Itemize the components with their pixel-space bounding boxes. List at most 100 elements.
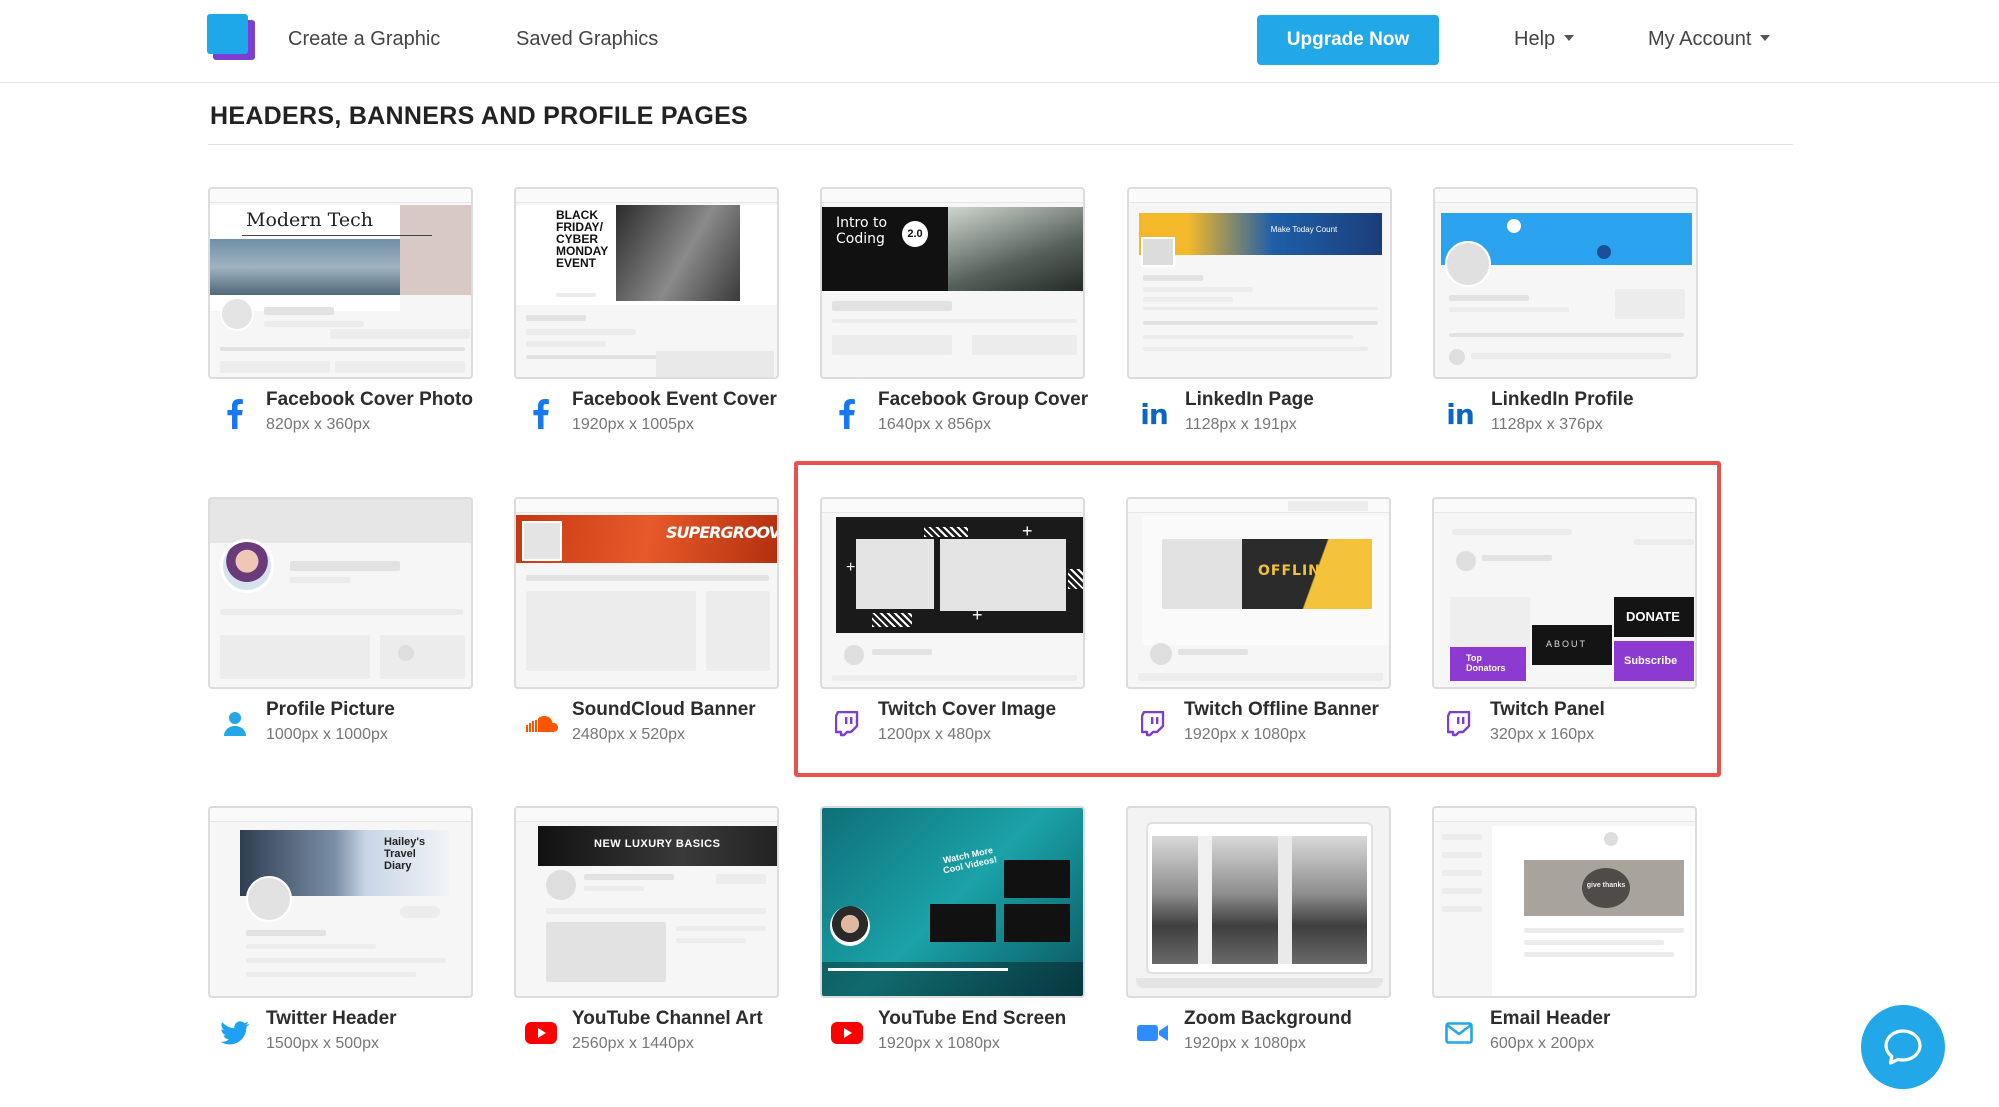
my-account-menu[interactable]: My Account	[1648, 28, 1771, 51]
card-title: LinkedIn Profile	[1491, 389, 1634, 410]
template-thumbnail: + + +	[820, 497, 1085, 689]
card-title: Twitch Offline Banner	[1184, 699, 1379, 720]
template-thumbnail: Top Donators ABOUT DONATE Subscribe	[1432, 497, 1697, 689]
envelope-icon	[1442, 1016, 1476, 1050]
account-label: My Account	[1648, 28, 1752, 50]
thumb-text: BLACK FRIDAY/ CYBER MONDAY EVENT	[556, 208, 609, 270]
thumb-text: SUPERGROOVE	[666, 523, 779, 542]
facebook-icon	[830, 397, 864, 431]
twitch-icon	[1442, 707, 1476, 741]
linkedin-icon: in	[1140, 397, 1169, 431]
card-title: YouTube Channel Art	[572, 1008, 763, 1029]
template-card-facebook-group-cover[interactable]: Intro to Coding 2.0 Facebook Group Cover…	[820, 187, 1089, 437]
card-title: Zoom Background	[1184, 1008, 1352, 1029]
card-size: 820px x 360px	[266, 416, 371, 433]
card-size: 1200px x 480px	[878, 726, 991, 743]
card-size: 1920px x 1080px	[1184, 726, 1306, 743]
card-title: Profile Picture	[266, 699, 395, 720]
template-card-facebook-event-cover[interactable]: BLACK FRIDAY/ CYBER MONDAY EVENT Faceboo…	[514, 187, 779, 437]
thumb-text: Make Today Count	[1270, 225, 1338, 234]
facebook-icon	[218, 397, 252, 431]
template-thumbnail: Hailey's Travel Diary	[208, 806, 473, 998]
thumb-text: Modern Tech	[246, 209, 373, 231]
template-card-twitch-panel[interactable]: Top Donators ABOUT DONATE Subscribe Twit…	[1432, 497, 1697, 747]
thumb-text: Top Donators	[1466, 653, 1506, 673]
card-size: 600px x 200px	[1490, 1035, 1595, 1052]
template-card-soundcloud-banner[interactable]: SUPERGROOVE SoundCloud Banner 2480px x 5…	[514, 497, 779, 747]
card-title: YouTube End Screen	[878, 1008, 1067, 1029]
template-thumbnail: Make Today Count	[1127, 187, 1392, 379]
card-title: LinkedIn Page	[1185, 389, 1314, 410]
youtube-icon	[830, 1016, 864, 1050]
card-title: Twitch Cover Image	[878, 699, 1057, 720]
help-chat-button[interactable]	[1861, 1005, 1945, 1089]
template-thumbnail: BLACK FRIDAY/ CYBER MONDAY EVENT	[514, 187, 779, 379]
template-thumbnail: Intro to Coding 2.0	[820, 187, 1085, 379]
chevron-down-icon	[1760, 34, 1771, 41]
thumb-text: Hailey's Travel Diary	[384, 836, 426, 872]
template-card-linkedin-profile[interactable]: in LinkedIn Profile 1128px x 376px	[1433, 187, 1698, 437]
card-title: SoundCloud Banner	[572, 699, 756, 720]
app-logo[interactable]	[207, 14, 255, 60]
card-size: 320px x 160px	[1490, 726, 1595, 743]
top-nav: Create a Graphic Saved Graphics Upgrade …	[0, 0, 1999, 83]
thumb-text: OFFLINE	[1258, 563, 1332, 579]
video-camera-icon	[1136, 1016, 1170, 1050]
card-title: Facebook Group Cover	[878, 389, 1089, 410]
twitch-icon	[830, 707, 864, 741]
user-icon	[218, 707, 252, 741]
nav-saved-graphics[interactable]: Saved Graphics	[516, 28, 658, 51]
card-size: 1128px x 191px	[1185, 416, 1297, 433]
nav-create-graphic[interactable]: Create a Graphic	[288, 28, 440, 51]
upgrade-now-button[interactable]: Upgrade Now	[1257, 15, 1439, 65]
thumb-text: Watch More Cool Videos!	[942, 844, 998, 876]
thumb-text: Intro to Coding	[836, 215, 888, 247]
card-title: Facebook Event Cover	[572, 389, 777, 410]
template-card-facebook-cover-photo[interactable]: Modern Tech Facebook Cover Photo 820px x…	[208, 187, 473, 437]
template-thumbnail: OFFLINE	[1126, 497, 1391, 689]
card-title: Email Header	[1490, 1008, 1611, 1029]
template-card-youtube-end-screen[interactable]: Watch More Cool Videos! YouTube End Scre…	[820, 806, 1085, 1056]
template-thumbnail: Watch More Cool Videos!	[820, 806, 1085, 998]
template-card-twitter-header[interactable]: Hailey's Travel Diary Twitter Header 150…	[208, 806, 473, 1056]
thumb-text: DONATE	[1626, 609, 1680, 624]
template-thumbnail: SUPERGROOVE	[514, 497, 779, 689]
facebook-icon	[524, 397, 558, 431]
template-thumbnail: Modern Tech	[208, 187, 473, 379]
twitter-icon	[218, 1016, 252, 1050]
twitch-icon	[1136, 707, 1170, 741]
linkedin-icon: in	[1446, 397, 1475, 431]
template-thumbnail	[1433, 187, 1698, 379]
thumb-text: Subscribe	[1624, 655, 1678, 667]
card-size: 1920px x 1080px	[1184, 1035, 1306, 1052]
template-thumbnail	[208, 497, 473, 689]
template-card-twitch-offline-banner[interactable]: OFFLINE Twitch Offline Banner 1920px x 1…	[1126, 497, 1391, 747]
thumb-text: ABOUT	[1546, 639, 1588, 649]
template-card-linkedin-page[interactable]: Make Today Count in LinkedIn Page 1128px…	[1127, 187, 1392, 437]
help-menu[interactable]: Help	[1514, 28, 1575, 51]
card-size: 1128px x 376px	[1491, 416, 1603, 433]
soundcloud-icon	[524, 707, 558, 741]
youtube-icon	[524, 1016, 558, 1050]
template-card-email-header[interactable]: give thanks Email Header 600px x 200px	[1432, 806, 1697, 1056]
template-card-youtube-channel-art[interactable]: NEW LUXURY BASICS YouTube Channel Art 25…	[514, 806, 779, 1056]
card-size: 2480px x 520px	[572, 726, 685, 743]
card-size: 1000px x 1000px	[266, 726, 388, 743]
thumb-text: give thanks	[1586, 882, 1626, 889]
template-card-twitch-cover-image[interactable]: + + + Twitch Cover Image 1200px x 480px	[820, 497, 1085, 747]
section-title: HEADERS, BANNERS AND PROFILE PAGES	[210, 102, 749, 130]
card-size: 1640px x 856px	[878, 416, 991, 433]
card-title: Twitch Panel	[1490, 699, 1605, 720]
template-thumbnail	[1126, 806, 1391, 998]
template-card-zoom-background[interactable]: Zoom Background 1920px x 1080px	[1126, 806, 1391, 1056]
chevron-down-icon	[1564, 34, 1575, 41]
template-thumbnail: NEW LUXURY BASICS	[514, 806, 779, 998]
template-card-profile-picture[interactable]: Profile Picture 1000px x 1000px	[208, 497, 473, 747]
template-thumbnail: give thanks	[1432, 806, 1697, 998]
card-size: 1500px x 500px	[266, 1035, 379, 1052]
divider	[208, 144, 1793, 145]
help-label: Help	[1514, 28, 1556, 50]
card-title: Facebook Cover Photo	[266, 389, 473, 410]
card-size: 2560px x 1440px	[572, 1035, 694, 1052]
card-size: 1920px x 1080px	[878, 1035, 1000, 1052]
